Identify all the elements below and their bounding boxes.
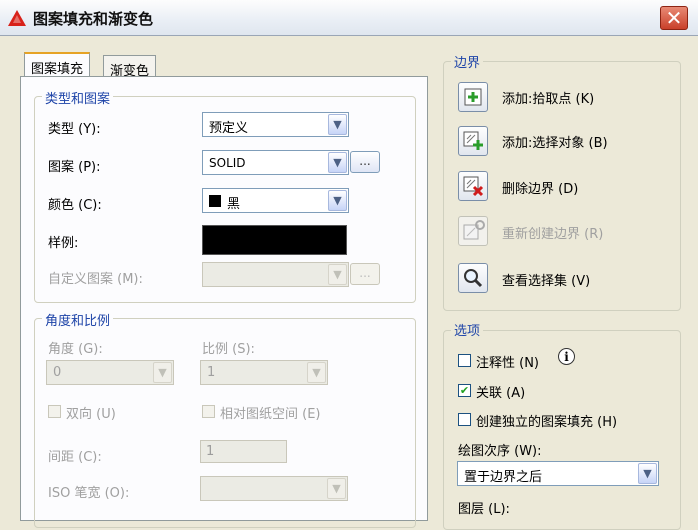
type-pattern-legend: 类型和图案	[42, 88, 114, 107]
add-select-objects-label[interactable]: 添加:选择对象 (B)	[502, 132, 608, 151]
close-button[interactable]: ✕	[660, 6, 688, 30]
scale-select: 1 ▼	[200, 360, 328, 385]
select-objects-icon	[463, 131, 483, 150]
annotative-checkbox[interactable]	[458, 354, 471, 367]
pattern-select[interactable]: SOLID ▼	[202, 150, 349, 175]
remove-boundary-label[interactable]: 删除边界 (D)	[502, 178, 578, 197]
annotative-label[interactable]: 注释性 (N)	[476, 352, 539, 371]
relative-paper-checkbox	[202, 405, 215, 418]
angle-select: 0 ▼	[46, 360, 174, 385]
custom-pattern-browse-button: ...	[350, 263, 380, 285]
type-select-value: 预定义	[209, 121, 249, 136]
add-select-objects-button[interactable]	[458, 126, 488, 156]
pick-point-icon	[464, 88, 482, 106]
draw-order-label: 绘图次序 (W):	[458, 444, 542, 459]
associative-label[interactable]: 关联 (A)	[476, 382, 525, 401]
chevron-down-icon[interactable]: ▼	[328, 152, 347, 173]
remove-boundary-icon	[463, 176, 484, 197]
pattern-browse-button[interactable]: ...	[350, 151, 380, 173]
view-selections-button[interactable]	[458, 263, 488, 293]
remove-boundary-button[interactable]	[458, 171, 488, 201]
sample-preview[interactable]	[202, 225, 347, 255]
color-select-value: 黑	[227, 197, 241, 212]
spacing-input: 1	[200, 440, 287, 463]
boundary-legend: 边界	[451, 52, 484, 71]
chevron-down-icon: ▼	[153, 362, 172, 383]
draw-order-value: 置于边界之后	[464, 470, 543, 485]
angle-value: 0	[53, 365, 62, 380]
chevron-down-icon[interactable]: ▼	[638, 463, 657, 484]
custom-pattern-label: 自定义图案 (M):	[48, 272, 143, 287]
layer-label: 图层 (L):	[458, 502, 510, 517]
chevron-down-icon[interactable]: ▼	[328, 190, 347, 211]
recreate-boundary-label: 重新创建边界 (R)	[502, 227, 604, 242]
color-swatch-icon	[209, 195, 221, 207]
angle-scale-legend: 角度和比例	[42, 310, 114, 329]
draw-order-select[interactable]: 置于边界之后 ▼	[457, 461, 659, 486]
color-label: 颜色 (C):	[48, 198, 102, 213]
sample-label: 样例:	[48, 236, 79, 251]
add-pick-point-button[interactable]	[458, 82, 488, 112]
view-selections-label[interactable]: 查看选择集 (V)	[502, 270, 590, 289]
double-checkbox	[48, 405, 61, 418]
recreate-boundary-button	[458, 216, 488, 246]
double-label: 双向 (U)	[66, 407, 116, 422]
add-pick-point-label[interactable]: 添加:拾取点 (K)	[502, 88, 594, 107]
autocad-logo-icon	[8, 10, 26, 26]
recreate-boundary-icon	[463, 220, 485, 240]
chevron-down-icon: ▼	[307, 362, 326, 383]
chevron-down-icon: ▼	[327, 478, 346, 499]
scale-label: 比例 (S):	[202, 342, 255, 357]
type-select[interactable]: 预定义 ▼	[202, 112, 349, 137]
scale-value: 1	[207, 365, 216, 380]
associative-checkbox[interactable]: ✔	[458, 384, 471, 397]
magnifier-icon	[464, 269, 483, 288]
window-title: 图案填充和渐变色	[33, 10, 154, 28]
spacing-label: 间距 (C):	[48, 450, 102, 465]
create-independent-checkbox[interactable]	[458, 413, 471, 426]
chevron-down-icon: ▼	[328, 264, 347, 285]
type-label: 类型 (Y):	[48, 122, 101, 137]
pattern-select-value: SOLID	[209, 156, 246, 170]
spacing-value: 1	[206, 444, 215, 459]
create-independent-label[interactable]: 创建独立的图案填充 (H)	[476, 411, 617, 430]
pattern-label: 图案 (P):	[48, 160, 101, 175]
relative-paper-label: 相对图纸空间 (E)	[220, 407, 321, 422]
chevron-down-icon[interactable]: ▼	[328, 114, 347, 135]
iso-pen-width-select: ▼	[200, 476, 348, 501]
options-legend: 选项	[451, 320, 484, 339]
color-select[interactable]: 黑 ▼	[202, 188, 349, 213]
tab-hatch[interactable]: 图案填充	[24, 52, 91, 79]
info-icon[interactable]: i	[558, 348, 575, 365]
angle-label: 角度 (G):	[48, 342, 103, 357]
iso-pen-width-label: ISO 笔宽 (O):	[48, 486, 130, 501]
custom-pattern-select: ▼	[202, 262, 349, 287]
